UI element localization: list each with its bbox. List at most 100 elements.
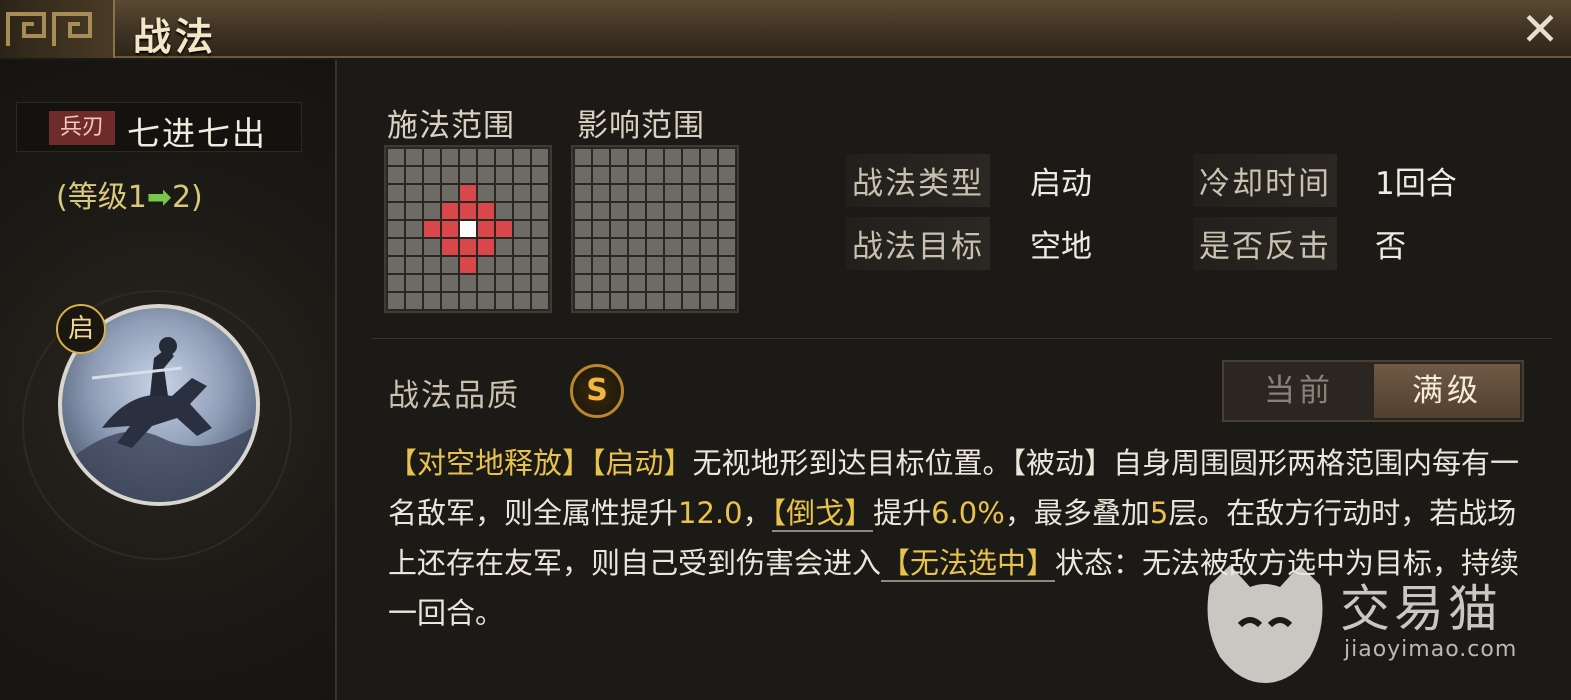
- range-cell: [406, 239, 422, 255]
- range-cell: [496, 167, 512, 183]
- range-cell: [496, 221, 512, 237]
- range-cell: [575, 257, 591, 273]
- range-cell: [514, 275, 530, 291]
- range-cell: [719, 275, 735, 291]
- range-cell: [683, 239, 699, 255]
- range-cell: [719, 203, 735, 219]
- skill-summary-panel: 兵刃 七进七出 (等级1➡2) 启: [0, 60, 337, 700]
- range-cell: [593, 221, 609, 237]
- range-cell: [665, 275, 681, 291]
- range-cell: [478, 167, 494, 183]
- desc-value-attr: 12.0: [678, 496, 743, 530]
- range-cell: [442, 149, 458, 165]
- close-icon: ✕: [1520, 2, 1560, 56]
- range-cell: [478, 149, 494, 165]
- desc-keyword-untargetable[interactable]: 【无法选中】: [881, 546, 1056, 582]
- level-arrow-icon: ➡: [146, 180, 172, 215]
- range-cell: [575, 167, 591, 183]
- range-cell: [532, 149, 548, 165]
- range-cell: [575, 239, 591, 255]
- range-cell: [629, 275, 645, 291]
- window-title: 战法: [133, 15, 218, 59]
- range-cell: [460, 221, 476, 237]
- range-cell: [406, 167, 422, 183]
- range-cell: [665, 203, 681, 219]
- cooldown-label: 冷却时间: [1193, 154, 1337, 207]
- skill-name-plate: 兵刃 七进七出: [16, 102, 302, 153]
- counter-attack-value: 否: [1375, 229, 1406, 265]
- range-cell: [496, 149, 512, 165]
- range-cell: [532, 293, 548, 309]
- current-level-tab[interactable]: 当前: [1226, 364, 1372, 418]
- range-cell: [629, 167, 645, 183]
- cast-range-grid: [384, 145, 552, 313]
- range-cell: [460, 239, 476, 255]
- range-cell: [593, 185, 609, 201]
- range-cell: [665, 239, 681, 255]
- desc-text: 提升: [873, 496, 932, 530]
- range-cell: [496, 185, 512, 201]
- range-cell: [719, 257, 735, 273]
- range-cell: [629, 257, 645, 273]
- range-cell: [460, 167, 476, 183]
- range-cell: [442, 221, 458, 237]
- range-cell: [701, 257, 717, 273]
- range-cell: [611, 221, 627, 237]
- range-cell: [683, 257, 699, 273]
- range-cell: [388, 203, 404, 219]
- range-cell: [388, 239, 404, 255]
- range-cell: [388, 275, 404, 291]
- range-cell: [514, 221, 530, 237]
- title-bar: 战法 ✕: [0, 0, 1571, 59]
- range-cell: [575, 185, 591, 201]
- range-cell: [593, 293, 609, 309]
- close-button[interactable]: ✕: [1517, 6, 1563, 52]
- range-cell: [514, 203, 530, 219]
- range-cell: [629, 293, 645, 309]
- desc-value-defect: 6.0%: [931, 496, 1005, 530]
- title-ornament: [0, 0, 115, 58]
- skill-target-label: 战法目标: [846, 217, 990, 270]
- range-cell: [629, 239, 645, 255]
- range-cell: [593, 257, 609, 273]
- counter-attack-label: 是否反击: [1193, 217, 1337, 270]
- desc-value-stacks: 5: [1149, 496, 1169, 530]
- range-cell: [593, 239, 609, 255]
- cat-logo-icon: [1207, 565, 1323, 683]
- range-cell: [683, 221, 699, 237]
- range-cell: [532, 167, 548, 183]
- range-cell: [424, 149, 440, 165]
- range-cell: [406, 185, 422, 201]
- range-cell: [683, 275, 699, 291]
- max-level-tab[interactable]: 满级: [1374, 364, 1520, 418]
- desc-text: ，最多叠加: [1004, 496, 1150, 530]
- ornament-pattern-icon: [6, 12, 92, 46]
- range-cell: [611, 149, 627, 165]
- watermark-text: 交易猫: [1340, 580, 1502, 638]
- range-cell: [496, 257, 512, 273]
- range-cell: [388, 221, 404, 237]
- range-cell: [514, 239, 530, 255]
- desc-keyword-defect[interactable]: 【倒戈】: [771, 496, 874, 532]
- desc-keyword-active: 【启动】: [591, 446, 693, 480]
- range-cell: [629, 185, 645, 201]
- range-cell: [460, 203, 476, 219]
- range-cell: [647, 203, 663, 219]
- range-cell: [424, 275, 440, 291]
- range-cell: [719, 185, 735, 201]
- range-cell: [460, 185, 476, 201]
- range-cell: [593, 275, 609, 291]
- range-cell: [683, 167, 699, 183]
- skill-type-value: 启动: [1030, 166, 1092, 202]
- range-cell: [478, 185, 494, 201]
- range-cell: [665, 257, 681, 273]
- range-cell: [665, 221, 681, 237]
- range-cell: [647, 185, 663, 201]
- range-cell: [629, 203, 645, 219]
- range-cell: [424, 257, 440, 273]
- range-cell: [424, 293, 440, 309]
- range-cell: [532, 275, 548, 291]
- range-cell: [611, 203, 627, 219]
- range-cell: [647, 221, 663, 237]
- range-cell: [683, 203, 699, 219]
